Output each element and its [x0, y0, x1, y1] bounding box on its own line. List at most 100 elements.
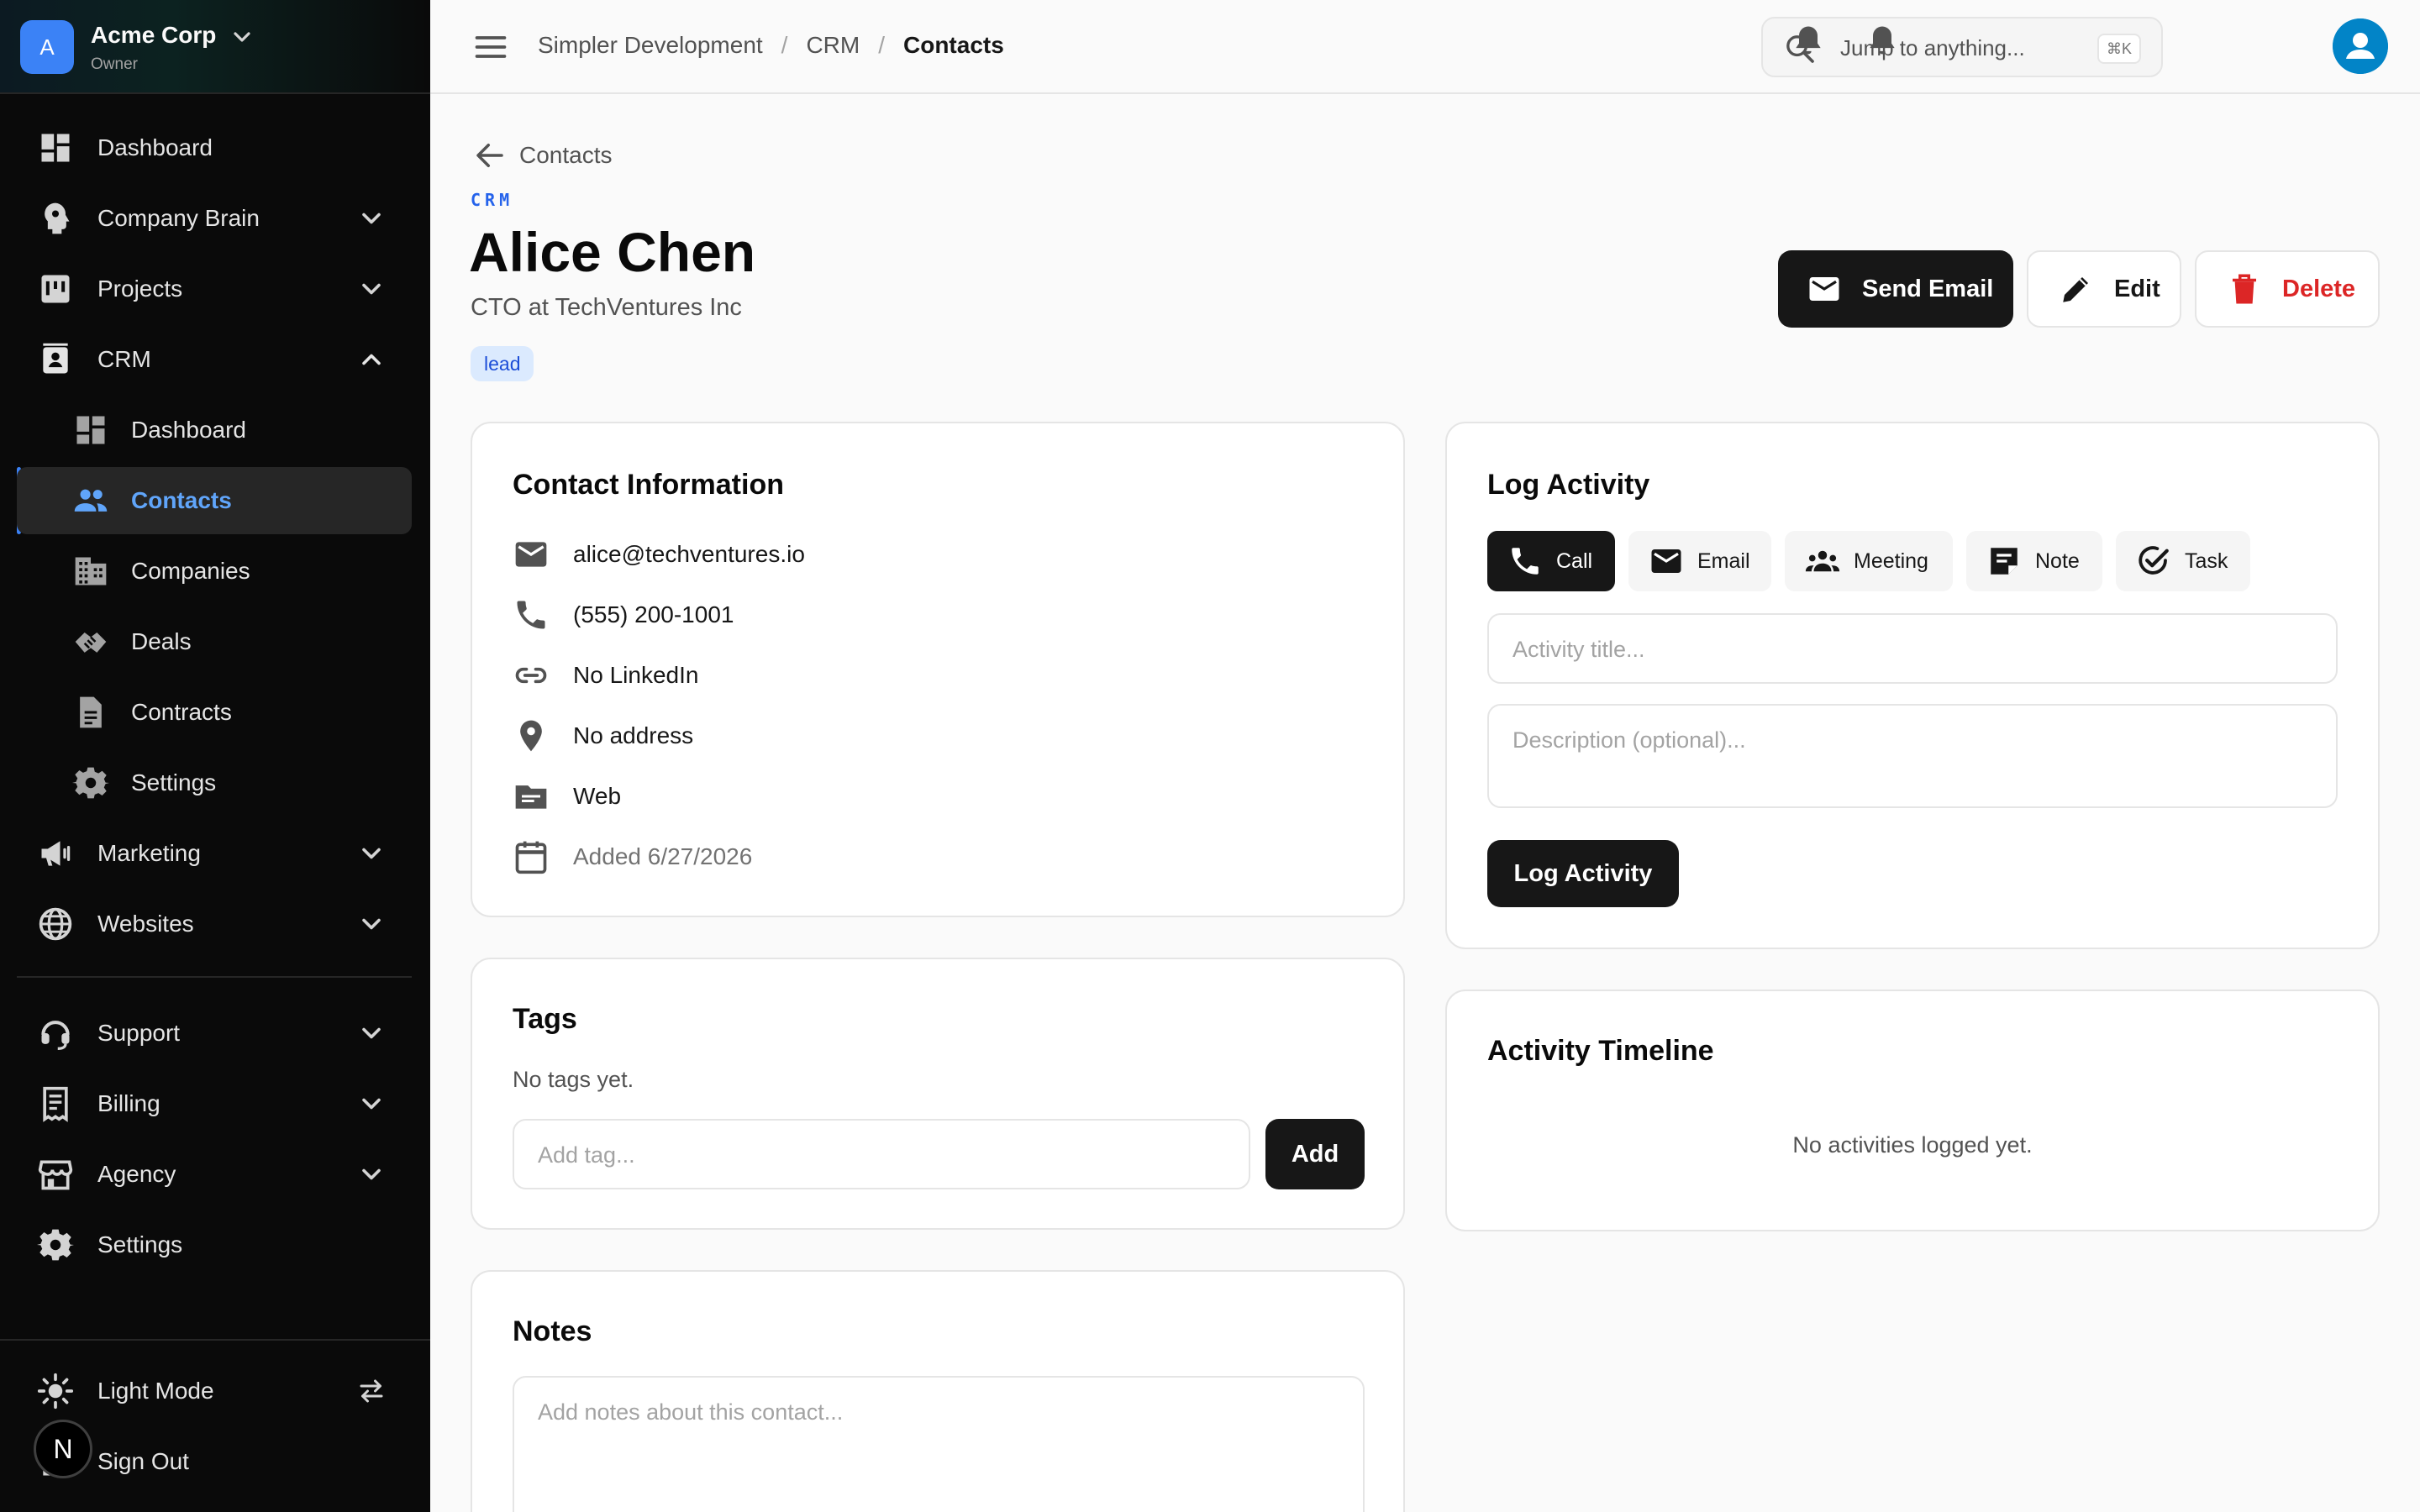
add-tag-button[interactable]: Add: [1265, 1119, 1365, 1189]
notes-card: Notes Add notes about this contact...: [471, 1270, 1405, 1512]
light-mode-toggle[interactable]: Light Mode: [17, 1357, 412, 1425]
sidebar-subitem-companies[interactable]: Companies: [17, 538, 412, 605]
phone-icon: [517, 601, 545, 629]
contact-subtitle: CTO at TechVentures Inc: [471, 294, 742, 321]
notes-textarea[interactable]: Add notes about this contact...: [513, 1376, 1365, 1512]
chevron-down-icon: [362, 848, 381, 859]
sidebar-item-billing[interactable]: Billing: [17, 1070, 412, 1137]
contact-source: Web: [573, 783, 622, 809]
people-icon: [74, 489, 108, 512]
tags-card: Tags No tags yet. Add tag... Add: [471, 958, 1405, 1230]
activity-title-input[interactable]: Activity title...: [1487, 613, 2338, 684]
contact-added-row: Added 6/27/2026: [513, 838, 752, 875]
notes-placeholder: Add notes about this contact...: [538, 1399, 844, 1425]
sidebar-item-marketing[interactable]: Marketing: [17, 820, 412, 887]
activity-type-call[interactable]: Call: [1487, 531, 1615, 591]
gear-icon: [37, 1229, 74, 1261]
user-avatar-icon[interactable]: [2333, 18, 2388, 74]
delete-label: Delete: [2282, 275, 2356, 302]
sidebar-item-label: Company Brain: [97, 205, 260, 231]
breadcrumb-separator: /: [781, 32, 788, 58]
contact-phone[interactable]: (555) 200-1001: [573, 601, 734, 628]
edit-label: Edit: [2114, 275, 2160, 302]
dev-badge[interactable]: N: [34, 1420, 92, 1478]
send-email-button[interactable]: Send Email: [1778, 250, 2013, 328]
headset-icon: [41, 1021, 70, 1050]
link-icon: [515, 667, 547, 684]
group-icon: [1805, 550, 1840, 572]
sidebar-item-label: Settings: [97, 1231, 183, 1257]
delete-button[interactable]: Delete: [2195, 250, 2380, 328]
sidebar-subitem-contacts[interactable]: Contacts: [17, 467, 412, 534]
org-role: Owner: [91, 55, 138, 73]
tag-input-placeholder: Add tag...: [538, 1142, 635, 1168]
tag-input[interactable]: Add tag...: [513, 1119, 1250, 1189]
contact-email[interactable]: alice@techventures.io: [573, 541, 805, 568]
globe-icon: [39, 907, 72, 941]
activity-type-label: Note: [2035, 549, 2080, 573]
chevron-down-icon: [362, 283, 381, 295]
activity-type-email[interactable]: Email: [1628, 531, 1771, 591]
check-circle-icon: [2139, 546, 2169, 575]
chevron-down-icon: [362, 1168, 381, 1180]
contact-phone-row: (555) 200-1001: [513, 596, 734, 633]
notes-title: Notes: [513, 1315, 592, 1347]
megaphone-icon: [41, 841, 71, 866]
log-activity-button[interactable]: Log Activity: [1487, 840, 1679, 907]
notifications-bell-icon[interactable]: [1864, 22, 1901, 59]
sidebar-item-label: Agency: [97, 1161, 176, 1187]
contact-info-title: Contact Information: [513, 469, 784, 501]
sidebar-item-agency[interactable]: Agency: [17, 1141, 412, 1208]
sidebar-item-company-brain[interactable]: Company Brain: [17, 185, 412, 252]
sidebar: A Acme Corp Owner Dashboard Company Brai…: [0, 0, 430, 1512]
sidebar-item-label: Contracts: [131, 699, 232, 725]
breadcrumb-item[interactable]: Simpler Development: [538, 32, 763, 59]
chevron-down-icon: [362, 918, 381, 930]
org-switcher[interactable]: A Acme Corp Owner: [0, 0, 430, 94]
back-link[interactable]: Contacts: [472, 138, 613, 173]
sidebar-item-support[interactable]: Support: [17, 1000, 412, 1067]
status-badge: lead: [471, 346, 534, 381]
edit-button[interactable]: Edit: [2027, 250, 2181, 328]
activity-type-note[interactable]: Note: [1966, 531, 2102, 591]
sidebar-item-label: Support: [97, 1020, 181, 1046]
document-icon: [80, 696, 102, 728]
arrow-left-icon: [476, 144, 503, 167]
sidebar-item-dashboard[interactable]: Dashboard: [17, 114, 412, 181]
sidebar-subitem-crm-settings[interactable]: Settings: [17, 749, 412, 816]
building-icon: [75, 557, 107, 585]
sidebar-item-settings[interactable]: Settings: [17, 1211, 412, 1278]
back-link-label: Contacts: [519, 142, 613, 168]
sidebar-subitem-deals[interactable]: Deals: [17, 608, 412, 675]
sidebar-item-label: Companies: [131, 558, 250, 584]
contact-address: No address: [573, 722, 694, 748]
light-mode-label: Light Mode: [97, 1378, 214, 1404]
sidebar-item-label: Contacts: [131, 487, 232, 513]
bell-icon[interactable]: [1790, 22, 1827, 59]
activity-type-label: Task: [2185, 549, 2228, 573]
mail-icon: [1809, 277, 1839, 301]
breadcrumb-item[interactable]: CRM: [806, 32, 860, 59]
dashboard-icon: [76, 416, 105, 444]
activity-type-meeting[interactable]: Meeting: [1785, 531, 1953, 591]
folder-icon: [515, 785, 547, 809]
calendar-icon: [515, 841, 547, 874]
breadcrumb-current: Contacts: [903, 32, 1004, 58]
location-pin-icon: [520, 720, 542, 752]
activity-description-textarea[interactable]: Description (optional)...: [1487, 704, 2338, 808]
activity-description-placeholder: Description (optional)...: [1512, 727, 1746, 753]
top-bar: Simpler Development / CRM / Contacts Jum…: [430, 0, 2420, 94]
gear-icon: [72, 767, 109, 799]
sidebar-item-websites[interactable]: Websites: [17, 890, 412, 958]
sidebar-item-projects[interactable]: Projects: [17, 255, 412, 323]
sidebar-subitem-crm-dashboard[interactable]: Dashboard: [17, 396, 412, 464]
activity-type-task[interactable]: Task: [2116, 531, 2250, 591]
sidebar-item-label: CRM: [97, 346, 151, 372]
contact-address-row: No address: [513, 717, 693, 754]
sidebar-item-crm[interactable]: CRM: [17, 326, 412, 393]
activity-type-label: Meeting: [1854, 549, 1928, 573]
hamburger-menu-icon[interactable]: [472, 29, 509, 66]
timeline-empty-text: No activities logged yet.: [1792, 1132, 2033, 1158]
page-title: Alice Chen: [469, 221, 756, 283]
sidebar-subitem-contracts[interactable]: Contracts: [17, 679, 412, 746]
